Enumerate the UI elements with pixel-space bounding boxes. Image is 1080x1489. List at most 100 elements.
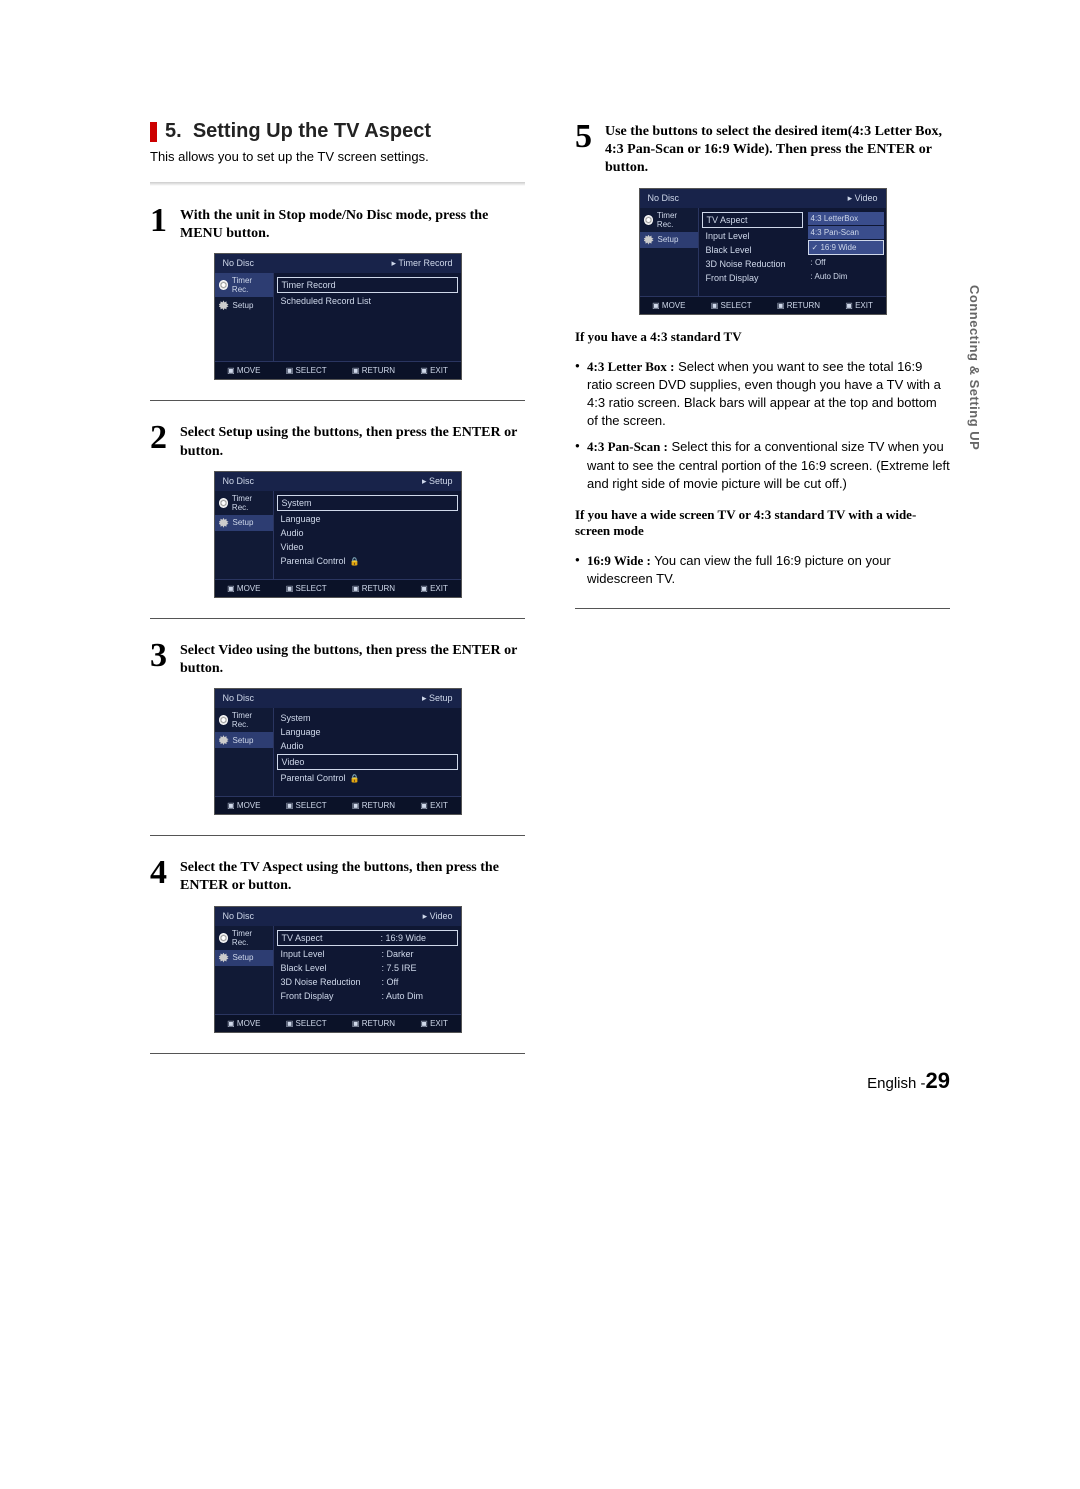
- osd-row: System: [277, 711, 458, 725]
- osd-row: Timer Record: [277, 277, 458, 293]
- step-1: 1 With the unit in Stop mode/No Disc mod…: [150, 204, 525, 243]
- osd-row: TV Aspect: 16:9 Wide: [277, 930, 458, 946]
- page-number: 29: [926, 1068, 950, 1093]
- osd-row: Front Display: Auto Dim: [277, 989, 458, 1003]
- osd-crumb: ▸ Video: [423, 911, 453, 922]
- osd-screenshot-1: No Disc ▸ Timer Record Timer Rec. Setup …: [214, 253, 462, 380]
- osd-nav-select: SELECT: [286, 1019, 327, 1028]
- osd-row: TV Aspect: [702, 212, 803, 228]
- osd-row: Input Level: Darker: [277, 947, 458, 961]
- osd-nav-return: RETURN: [352, 584, 395, 593]
- disc-icon: [219, 715, 228, 725]
- osd-no-disc: No Disc: [223, 911, 255, 922]
- osd-row: 3D Noise Reduction: Off: [277, 975, 458, 989]
- gear-icon: [644, 235, 654, 245]
- osd-row: Black Level: [702, 243, 803, 257]
- osd-row: System: [277, 495, 458, 511]
- step-number: 3: [150, 639, 172, 673]
- step-2: 2 Select Setup using the buttons, then p…: [150, 421, 525, 460]
- osd-nav-move: MOVE: [227, 801, 260, 810]
- osd-row: Front Display: [702, 271, 803, 285]
- step-number: 2: [150, 421, 172, 455]
- osd-side-setup: Setup: [215, 297, 273, 313]
- list-item: 4:3 Letter Box : Select when you want to…: [575, 358, 950, 431]
- osd-no-disc: No Disc: [223, 476, 255, 487]
- osd-side-timer: Timer Rec.: [640, 208, 698, 232]
- osd-nav-move: MOVE: [652, 301, 685, 310]
- intro-text: This allows you to set up the TV screen …: [150, 149, 525, 164]
- osd-row: Input Level: [702, 229, 803, 243]
- osd-row: 3D Noise Reduction: [702, 257, 803, 271]
- divider: [150, 182, 525, 186]
- disc-icon: [219, 280, 228, 290]
- footer-lang: English -: [867, 1075, 925, 1092]
- divider: [150, 618, 525, 619]
- osd-side-setup: Setup: [640, 232, 698, 248]
- osd-nav-exit: EXIT: [420, 801, 448, 810]
- osd-row: Parental Control: [277, 554, 458, 568]
- osd-row: Video: [277, 540, 458, 554]
- osd-row: Language: [277, 512, 458, 526]
- osd-option-selected: 16:9 Wide: [808, 240, 884, 255]
- osd-side-timer: Timer Rec.: [215, 708, 273, 732]
- step-text: Select the TV Aspect using the buttons, …: [180, 856, 525, 895]
- disc-icon: [644, 215, 653, 225]
- osd-nav-exit: EXIT: [420, 366, 448, 375]
- osd-row: Language: [277, 725, 458, 739]
- heading-number: 5.: [165, 120, 182, 143]
- step-text: Select Video using the buttons, then pre…: [180, 639, 525, 678]
- osd-option: 4:3 Pan-Scan: [808, 226, 884, 239]
- divider: [150, 835, 525, 836]
- heading-title: Setting Up the TV Aspect: [193, 120, 431, 143]
- osd-row: Video: [277, 754, 458, 770]
- osd-side-setup: Setup: [215, 950, 273, 966]
- osd-side-timer: Timer Rec.: [215, 926, 273, 950]
- osd-crumb: ▸ Setup: [422, 693, 453, 704]
- divider: [150, 400, 525, 401]
- osd-side-setup: Setup: [215, 732, 273, 748]
- osd-nav-return: RETURN: [352, 366, 395, 375]
- step-text: Select Setup using the buttons, then pre…: [180, 421, 525, 460]
- osd-row: Audio: [277, 739, 458, 753]
- osd-nav-select: SELECT: [286, 366, 327, 375]
- osd-nav-move: MOVE: [227, 1019, 260, 1028]
- gear-icon: [219, 953, 229, 963]
- osd-screenshot-2: No Disc ▸ Setup Timer Rec. Setup System …: [214, 471, 462, 598]
- divider: [575, 608, 950, 609]
- osd-option: : Off: [808, 256, 884, 269]
- disc-icon: [219, 933, 228, 943]
- osd-nav-exit: EXIT: [420, 1019, 448, 1028]
- osd-row: Audio: [277, 526, 458, 540]
- osd-nav-return: RETURN: [777, 301, 820, 310]
- osd-screenshot-5: No Disc ▸ Video Timer Rec. Setup TV Aspe…: [639, 188, 887, 315]
- osd-nav-move: MOVE: [227, 366, 260, 375]
- subheading-wide: If you have a wide screen TV or 4:3 stan…: [575, 507, 950, 539]
- subheading-43tv: If you have a 4:3 standard TV: [575, 329, 950, 345]
- osd-nav-select: SELECT: [286, 801, 327, 810]
- osd-no-disc: No Disc: [648, 193, 680, 204]
- gear-icon: [219, 735, 229, 745]
- osd-side-timer: Timer Rec.: [215, 273, 273, 297]
- osd-option: 4:3 LetterBox: [808, 212, 884, 225]
- osd-crumb: ▸ Video: [848, 193, 878, 204]
- osd-side-setup: Setup: [215, 515, 273, 531]
- osd-nav-return: RETURN: [352, 801, 395, 810]
- osd-row: Black Level: 7.5 IRE: [277, 961, 458, 975]
- step-5: 5 Use the buttons to select the desired …: [575, 120, 950, 178]
- osd-nav-exit: EXIT: [845, 301, 873, 310]
- osd-side-timer: Timer Rec.: [215, 491, 273, 515]
- page-footer: English -29: [867, 1068, 950, 1094]
- section-heading: 5. Setting Up the TV Aspect: [150, 120, 525, 143]
- step-number: 1: [150, 204, 172, 238]
- heading-bar: [150, 122, 157, 142]
- osd-nav-exit: EXIT: [420, 584, 448, 593]
- step-number: 5: [575, 120, 597, 154]
- osd-row: Scheduled Record List: [277, 294, 458, 308]
- gear-icon: [219, 300, 229, 310]
- list-item: 16:9 Wide : You can view the full 16:9 p…: [575, 552, 950, 588]
- osd-nav-move: MOVE: [227, 584, 260, 593]
- osd-nav-select: SELECT: [711, 301, 752, 310]
- step-text: Use the buttons to select the desired it…: [605, 120, 950, 178]
- divider: [150, 1053, 525, 1054]
- step-text: With the unit in Stop mode/No Disc mode,…: [180, 204, 525, 243]
